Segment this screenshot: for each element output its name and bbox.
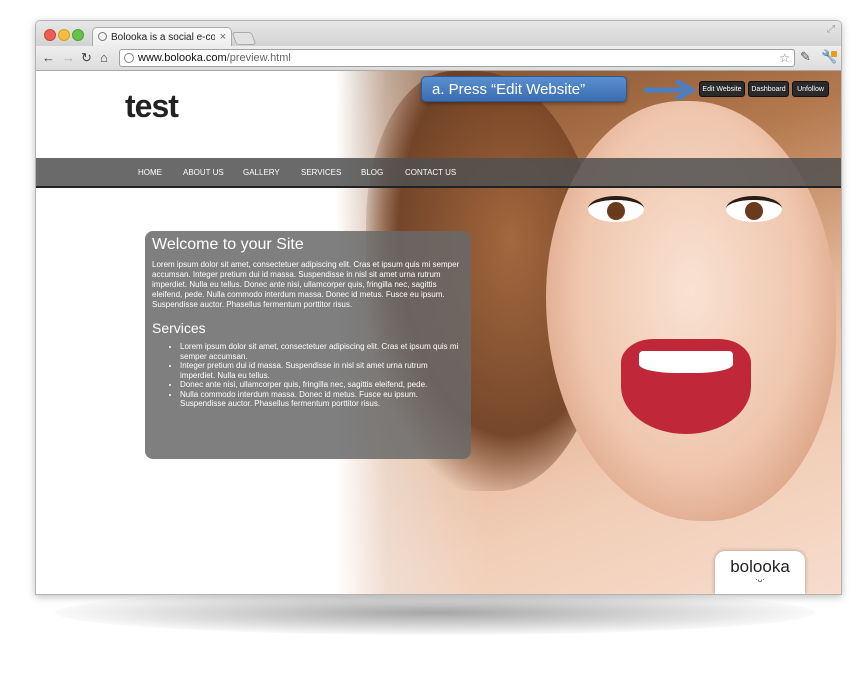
nav-item-gallery[interactable]: GALLERY: [243, 158, 280, 187]
nav-item-services[interactable]: SERVICES: [301, 158, 341, 187]
extension-icon[interactable]: ✎: [800, 49, 811, 65]
smile-icon: ·ᴗ·: [755, 575, 765, 584]
list-item: Nulla commodo interdum massa. Donec id m…: [180, 390, 464, 409]
services-heading: Services: [152, 320, 206, 336]
site-nav: HOME ABOUT US GALLERY SERVICES BLOG CONT…: [36, 158, 841, 188]
page-viewport: test HOME ABOUT US GALLERY SERVICES BLOG…: [36, 71, 841, 594]
title-bar: Bolooka is a social e-comme × ⤢: [36, 21, 841, 46]
instruction-callout: a. Press “Edit Website”: [421, 76, 627, 102]
nav-item-blog[interactable]: BLOG: [361, 158, 383, 187]
nav-item-about-us[interactable]: ABOUT US: [183, 158, 224, 187]
welcome-text: Lorem ipsum dolor sit amet, consectetuer…: [152, 260, 460, 309]
globe-icon: [98, 32, 107, 41]
tab-close-icon[interactable]: ×: [220, 28, 226, 46]
hero-photo-mouth: [621, 339, 751, 434]
address-bar[interactable]: www.bolooka.com/preview.html ☆: [119, 49, 795, 67]
window-shadow: [55, 590, 815, 635]
browser-tab[interactable]: Bolooka is a social e-comme ×: [92, 27, 232, 46]
new-tab-button[interactable]: [231, 32, 257, 45]
back-arrow-icon[interactable]: ←: [42, 49, 55, 67]
dashboard-button[interactable]: Dashboard: [748, 81, 789, 97]
list-item: Integer pretium dui id massa. Suspendiss…: [180, 361, 464, 380]
reload-icon[interactable]: ↻: [81, 49, 92, 67]
nav-item-contact-us[interactable]: CONTACT US: [405, 158, 456, 187]
welcome-heading: Welcome to your Site: [152, 236, 304, 253]
bolooka-logo: bolooka: [730, 557, 790, 576]
welcome-panel: Welcome to your Site Lorem ipsum dolor s…: [145, 231, 471, 459]
fullscreen-icon[interactable]: ⤢: [827, 24, 835, 35]
bolooka-badge[interactable]: bolooka ·ᴗ·: [715, 551, 805, 594]
site-title[interactable]: test: [125, 88, 179, 125]
arrow-right-icon: [644, 80, 695, 100]
close-window-button[interactable]: [44, 29, 56, 41]
list-item: Donec ante nisi, ullamcorper quis, fring…: [180, 380, 464, 390]
tab-title: Bolooka is a social e-comme: [111, 32, 215, 43]
url-path: /preview.html: [226, 52, 291, 64]
bookmark-star-icon[interactable]: ☆: [779, 50, 790, 66]
edit-website-button[interactable]: Edit Website: [699, 81, 745, 97]
minimize-window-button[interactable]: [58, 29, 70, 41]
forward-arrow-icon[interactable]: →: [62, 49, 75, 67]
home-icon[interactable]: ⌂: [100, 49, 108, 67]
update-badge-icon: [831, 51, 837, 57]
list-item: Lorem ipsum dolor sit amet, consectetuer…: [180, 342, 464, 361]
services-list: Lorem ipsum dolor sit amet, consectetuer…: [152, 342, 464, 409]
url-host: www.bolooka.com: [138, 52, 227, 64]
unfollow-button[interactable]: Unfollow: [792, 81, 829, 97]
browser-toolbar: ← → ↻ ⌂ www.bolooka.com/preview.html ☆ ✎…: [36, 46, 841, 71]
zoom-window-button[interactable]: [72, 29, 84, 41]
hero-photo-eye: [588, 196, 644, 222]
hero-photo-eye: [726, 196, 782, 222]
nav-item-home[interactable]: HOME: [138, 158, 162, 187]
browser-window: Bolooka is a social e-comme × ⤢ ← → ↻ ⌂ …: [35, 20, 842, 595]
globe-icon: [124, 53, 134, 63]
